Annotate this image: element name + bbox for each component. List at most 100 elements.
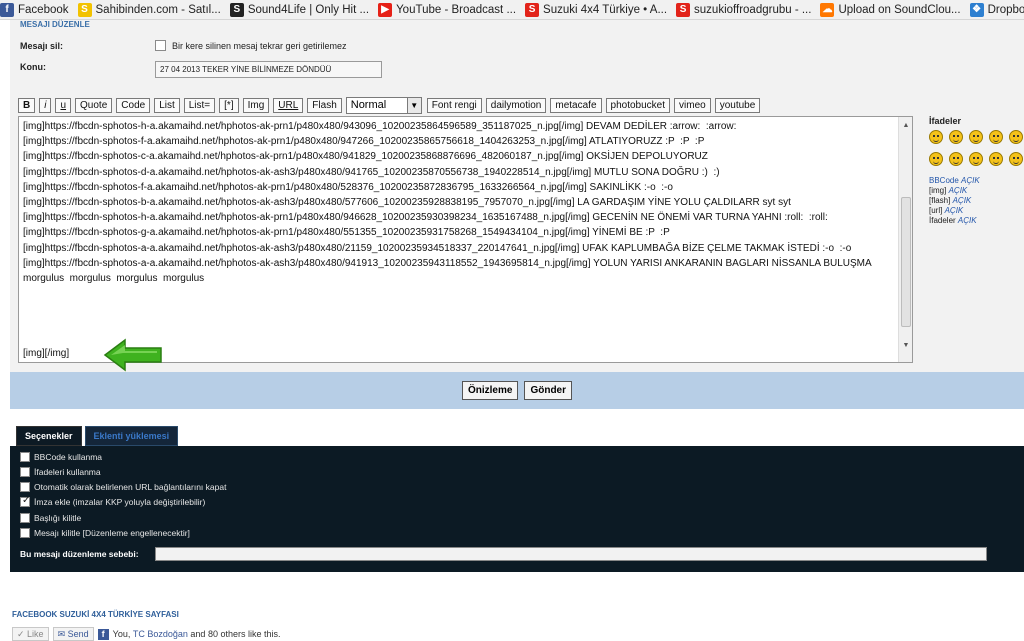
- bookmark-label: Sound4Life | Only Hit ...: [247, 3, 370, 16]
- option-checkbox[interactable]: [20, 495, 30, 507]
- bookmark-item[interactable]: Ssuzukioffroadgrubu - ...: [676, 2, 811, 17]
- option-checkbox[interactable]: [20, 528, 30, 538]
- message-line: [img]https://fbcdn-sphotos-a-a.akamaihd.…: [23, 242, 852, 254]
- bbcode-toolbar: B i u Quote Code List List= [*] Img URL …: [18, 96, 764, 114]
- edit-reason-input[interactable]: [155, 547, 987, 561]
- eek-smiley-icon[interactable]: [949, 152, 963, 166]
- message-line: [img]https://fbcdn-sphotos-h-a.akamaihd.…: [23, 121, 737, 132]
- message-line: [img]https://fbcdn-sphotos-c-a.akamaihd.…: [23, 151, 708, 163]
- url-label: [url]: [929, 206, 943, 215]
- bookmark-item[interactable]: ☁ Upload on SoundClou...: [820, 2, 961, 17]
- facebook-icon: f: [0, 2, 14, 17]
- option-attach-signature[interactable]: İmza ekle (imzalar KKP yoluyla değiştiri…: [20, 495, 205, 507]
- smilies-panel: İfadeler BBCode AÇIK [img] AÇIK [flash] …: [929, 116, 1024, 226]
- metacafe-button[interactable]: metacafe: [550, 97, 602, 113]
- option-disable-smilies[interactable]: İfadeleri kullanma: [20, 467, 101, 477]
- scroll-up-icon[interactable]: ▲: [899, 118, 912, 130]
- font-size-select[interactable]: Normal ▼: [345, 96, 422, 114]
- send-button[interactable]: Gönder: [524, 381, 573, 400]
- sahibinden-icon: S: [77, 2, 92, 17]
- bookmark-item[interactable]: S Sound4Life | Only Hit ...: [229, 2, 370, 17]
- bookmark-item[interactable]: S Sahibinden.com - Satıl...: [77, 2, 221, 17]
- green-arrow-icon: [103, 338, 162, 372]
- underline-button[interactable]: u: [55, 97, 72, 113]
- code-button[interactable]: Code: [116, 97, 151, 113]
- bookmark-label: Suzuki 4x4 Türkiye • A...: [543, 3, 668, 16]
- textarea-scrollbar[interactable]: ▲ ▼: [898, 117, 912, 362]
- friend-link[interactable]: TC Bozdoğan: [133, 629, 188, 639]
- facebook-like-row: ✓ Like ✉ Send f You, TC Bozdoğan and 80 …: [12, 627, 280, 641]
- tab-options[interactable]: Seçenekler: [16, 426, 82, 446]
- like-label: Like: [27, 629, 44, 639]
- page-left-edge: [0, 20, 10, 640]
- others-text: and 80 others like this.: [190, 629, 281, 639]
- youtube-button[interactable]: youtube: [714, 97, 761, 113]
- option-lock-post[interactable]: Mesajı kilitle [Düzenleme engellenecekti…: [20, 528, 190, 538]
- bold-button[interactable]: B: [18, 97, 36, 113]
- message-line: [img]https://fbcdn-sphotos-f-a.akamaihd.…: [23, 181, 673, 193]
- scroll-down-icon[interactable]: ▼: [899, 338, 912, 350]
- dropbox-icon: ❖: [969, 2, 984, 17]
- subject-input[interactable]: 27 04 2013 TEKER YİNE BİLİNMEZE DÖNDÜÜ: [155, 61, 382, 78]
- ifadeler-label: İfadeler: [929, 216, 956, 225]
- flash-state: AÇIK: [952, 196, 972, 205]
- option-disable-bbcode[interactable]: BBCode kullanma: [20, 452, 102, 462]
- font-size-value: Normal: [350, 99, 387, 111]
- delete-label: Mesajı sil:: [20, 41, 64, 51]
- neutral-smiley-icon[interactable]: [989, 152, 1003, 166]
- option-label: BBCode kullanma: [34, 452, 103, 462]
- surprised-smiley-icon[interactable]: [969, 130, 983, 144]
- bookmark-label: YouTube - Broadcast ...: [396, 3, 517, 16]
- cool-smiley-icon[interactable]: [1009, 130, 1023, 144]
- arrow-smiley-icon[interactable]: [969, 152, 983, 166]
- bookmark-item[interactable]: S Suzuki 4x4 Türkiye • A...: [525, 2, 668, 17]
- vimeo-button[interactable]: vimeo: [674, 97, 711, 113]
- bookmark-item[interactable]: ❖Dropbox - IMAG: [969, 2, 1024, 17]
- facebook-icon: f: [97, 628, 109, 640]
- bookmark-label: Sahibinden.com - Satıl...: [95, 3, 221, 16]
- font-color-button[interactable]: Font rengi: [426, 97, 482, 113]
- option-checkbox[interactable]: [20, 452, 30, 462]
- option-label: Otomatik olarak belirlenen URL bağlantıl…: [34, 482, 227, 492]
- option-checkbox[interactable]: [20, 482, 30, 492]
- message-textarea[interactable]: [img]https://fbcdn-sphotos-h-a.akamaihd.…: [18, 116, 913, 363]
- smile-smiley-icon[interactable]: [989, 130, 1003, 144]
- bbcode-label[interactable]: BBCode: [929, 176, 959, 185]
- list-button[interactable]: List: [154, 97, 180, 113]
- soundcloud-icon: ☁: [820, 2, 835, 17]
- flash-label: [flash]: [929, 196, 951, 205]
- bookmarks-bar: f Facebook S Sahibinden.com - Satıl... S Soun…: [0, 0, 1024, 20]
- delete-row: Bir kere silinen mesaj tekrar geri getir…: [155, 40, 347, 51]
- current-line: [img][/img]: [23, 348, 70, 359]
- delete-text: Bir kere silinen mesaj tekrar geri getir…: [172, 40, 347, 51]
- bookmark-item[interactable]: f Facebook: [0, 2, 69, 17]
- italic-button[interactable]: i: [39, 97, 52, 113]
- message-lines: [img]https://fbcdn-sphotos-h-a.akamaihd.…: [23, 119, 896, 286]
- quote-button[interactable]: Quote: [75, 97, 113, 113]
- sad-smiley-icon[interactable]: [949, 130, 963, 144]
- like-button[interactable]: ✓ Like: [12, 627, 49, 641]
- facebook-page-title[interactable]: FACEBOOK SUZUKİ 4X4 TÜRKİYE SAYFASI: [12, 610, 179, 619]
- option-checkbox[interactable]: [20, 513, 30, 523]
- preview-button[interactable]: Önizleme: [461, 381, 519, 400]
- url-state: AÇIK: [944, 206, 964, 215]
- delete-checkbox[interactable]: [155, 40, 166, 51]
- photobucket-button[interactable]: photobucket: [605, 97, 671, 113]
- flash-button[interactable]: Flash: [307, 97, 342, 113]
- ifadeler-state: AÇIK: [957, 216, 977, 225]
- confused-smiley-icon[interactable]: [929, 152, 943, 166]
- fb-send-button[interactable]: ✉ Send: [52, 627, 94, 641]
- scroll-thumb[interactable]: [901, 197, 911, 327]
- bookmark-item[interactable]: ▶ YouTube - Broadcast ...: [378, 2, 517, 17]
- tab-attachments[interactable]: Eklenti yüklemesi: [84, 426, 179, 446]
- url-button[interactable]: URL: [273, 97, 304, 113]
- mad-smiley-icon[interactable]: [1009, 152, 1023, 166]
- grin-smiley-icon[interactable]: [929, 130, 943, 144]
- img-button[interactable]: Img: [242, 97, 270, 113]
- option-disable-magic-url[interactable]: Otomatik olarak belirlenen URL bağlantıl…: [20, 482, 226, 492]
- option-checkbox[interactable]: [20, 467, 30, 477]
- list-ordered-button[interactable]: List=: [183, 97, 216, 113]
- dailymotion-button[interactable]: dailymotion: [485, 97, 547, 113]
- list-item-button[interactable]: [*]: [219, 97, 239, 113]
- option-lock-topic[interactable]: Başlığı kilitle: [20, 513, 81, 523]
